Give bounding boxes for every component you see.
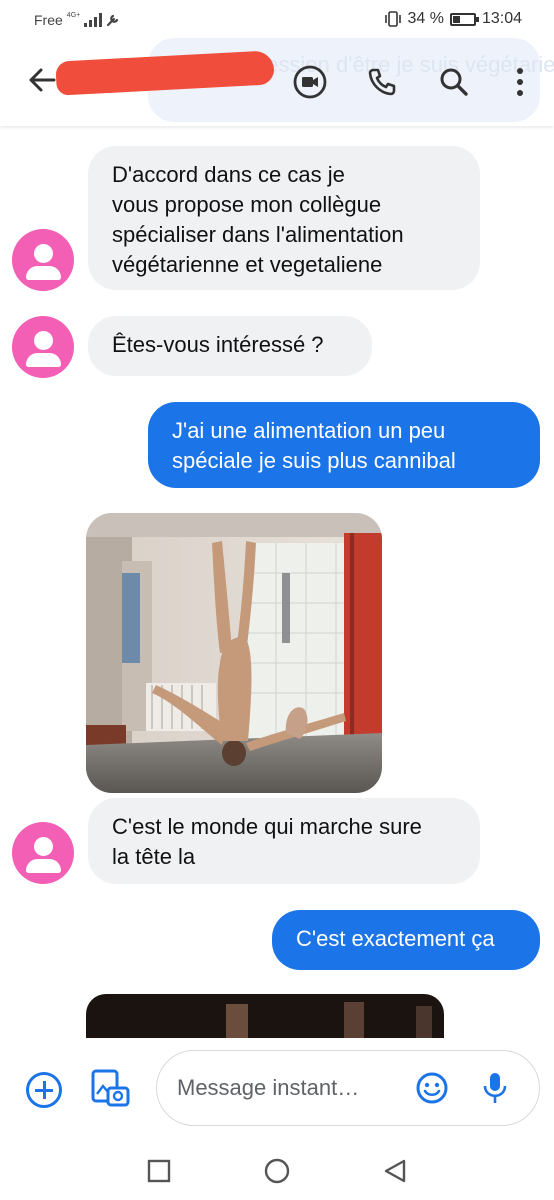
search-icon[interactable] (436, 64, 472, 100)
emoji-icon[interactable] (415, 1071, 449, 1105)
message-bubble-incoming[interactable]: C'est le monde qui marche sure la tête l… (88, 798, 480, 884)
status-left: Free 4G+ (34, 12, 120, 28)
status-right: 34 % 13:04 (385, 10, 522, 28)
recents-square-icon[interactable] (146, 1158, 172, 1184)
home-circle-icon[interactable] (264, 1158, 290, 1184)
phone-icon[interactable] (364, 64, 400, 100)
message-line: D'accord dans ce cas je (112, 162, 345, 187)
message-line: spécialiser dans l'alimentation (112, 222, 404, 247)
clock: 13:04 (481, 10, 522, 27)
message-bubble-outgoing[interactable]: J'ai une alimentation un peu spéciale je… (148, 402, 540, 488)
gallery-camera-icon[interactable] (90, 1068, 130, 1108)
microphone-icon[interactable] (481, 1071, 509, 1105)
back-triangle-icon[interactable] (382, 1158, 408, 1184)
contact-avatar[interactable] (12, 229, 74, 291)
vibrate-icon (385, 11, 402, 27)
add-icon[interactable] (26, 1072, 62, 1108)
contact-avatar[interactable] (12, 822, 74, 884)
message-composer: Message instant… (0, 1038, 554, 1138)
message-input[interactable]: Message instant… (156, 1050, 540, 1126)
back-arrow-icon[interactable] (24, 62, 60, 98)
message-line: la tête la (112, 844, 196, 869)
wrench-icon (107, 14, 119, 27)
carrier-label: Free (34, 12, 63, 28)
conversation-header: J'ai l'impression d'être je suis végétar… (0, 38, 554, 126)
message-input-placeholder: Message instant… (177, 1075, 360, 1100)
locker-room-photo (86, 513, 382, 793)
message-line: spéciale je suis plus cannibal (172, 448, 456, 473)
video-call-icon[interactable] (292, 64, 328, 100)
battery-icon (449, 12, 479, 26)
network-type: 4G+ (66, 11, 81, 19)
status-bar: Free 4G+ 34 % 13:04 (0, 0, 554, 38)
message-bubble-incoming[interactable]: Êtes-vous intéressé ? (88, 316, 372, 376)
message-line: végétarienne et vegetaliene (112, 252, 383, 277)
signal-icon (84, 13, 103, 27)
message-line: J'ai une alimentation un peu (172, 418, 446, 443)
message-line: C'est exactement ça (296, 926, 495, 951)
more-vert-icon[interactable] (502, 64, 538, 100)
contact-avatar[interactable] (12, 316, 74, 378)
image-message-locker-room[interactable] (86, 513, 382, 793)
message-line: Êtes-vous intéressé ? (112, 332, 324, 357)
message-line: C'est le monde qui marche sure (112, 814, 422, 839)
message-bubble-incoming[interactable]: D'accord dans ce cas je vous propose mon… (88, 146, 480, 290)
system-navigation-bar (0, 1138, 554, 1200)
battery-percent: 34 % (407, 10, 444, 27)
battery-fill (452, 15, 460, 23)
message-bubble-outgoing[interactable]: C'est exactement ça (272, 910, 540, 970)
message-line: vous propose mon collègue (112, 192, 382, 217)
